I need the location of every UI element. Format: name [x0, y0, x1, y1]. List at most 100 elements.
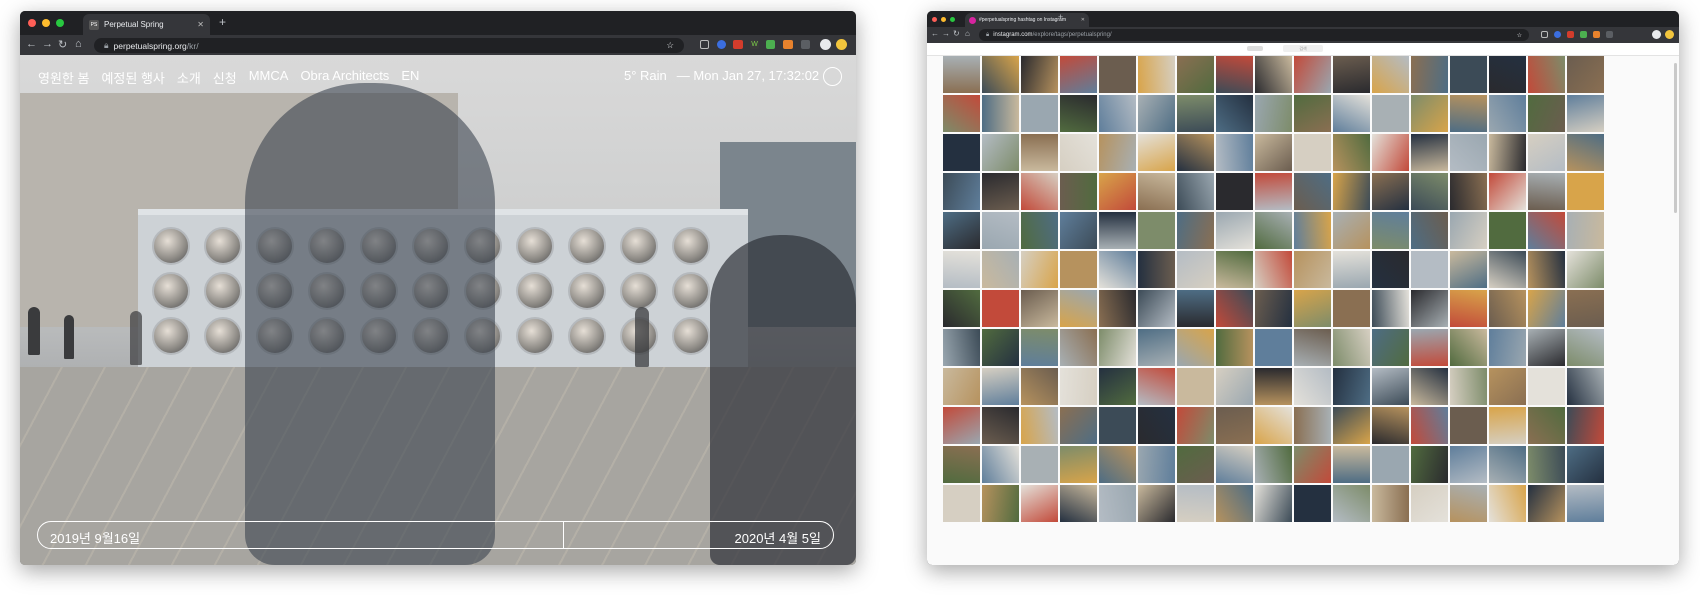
- post-thumbnail[interactable]: [1567, 368, 1604, 405]
- post-thumbnail[interactable]: [1528, 329, 1565, 366]
- post-thumbnail[interactable]: [1021, 251, 1058, 288]
- extension-blue-icon[interactable]: [717, 40, 726, 49]
- post-thumbnail[interactable]: [1411, 329, 1448, 366]
- post-thumbnail[interactable]: [1138, 56, 1175, 93]
- post-thumbnail[interactable]: [1255, 290, 1292, 327]
- post-thumbnail[interactable]: [982, 173, 1019, 210]
- post-thumbnail[interactable]: [1060, 95, 1097, 132]
- profile-avatar[interactable]: [1652, 30, 1661, 39]
- post-thumbnail[interactable]: [1528, 173, 1565, 210]
- home-icon[interactable]: ⌂: [75, 38, 82, 50]
- nav-link[interactable]: EN: [401, 68, 419, 87]
- new-tab-icon[interactable]: +: [219, 15, 226, 29]
- post-thumbnail[interactable]: [1177, 368, 1214, 405]
- post-thumbnail[interactable]: [1138, 446, 1175, 483]
- post-thumbnail[interactable]: [1099, 95, 1136, 132]
- nav-link[interactable]: 예정된 행사: [101, 68, 164, 87]
- post-thumbnail[interactable]: [1333, 329, 1370, 366]
- post-thumbnail[interactable]: [1138, 407, 1175, 444]
- post-thumbnail[interactable]: [943, 251, 980, 288]
- pocket-extension-icon[interactable]: [700, 40, 709, 49]
- post-thumbnail[interactable]: [982, 368, 1019, 405]
- post-thumbnail[interactable]: [1333, 212, 1370, 249]
- post-thumbnail[interactable]: [1099, 446, 1136, 483]
- post-thumbnail[interactable]: [1567, 95, 1604, 132]
- close-tab-icon[interactable]: ✕: [197, 20, 204, 29]
- post-thumbnail[interactable]: [1294, 134, 1331, 171]
- post-thumbnail[interactable]: [1450, 251, 1487, 288]
- post-thumbnail[interactable]: [1177, 407, 1214, 444]
- post-thumbnail[interactable]: [982, 485, 1019, 522]
- post-thumbnail[interactable]: [1372, 251, 1409, 288]
- back-icon[interactable]: ←: [26, 38, 37, 50]
- extension-gray-icon[interactable]: [801, 40, 810, 49]
- post-thumbnail[interactable]: [1060, 368, 1097, 405]
- post-thumbnail[interactable]: [1528, 212, 1565, 249]
- post-thumbnail[interactable]: [1567, 134, 1604, 171]
- post-thumbnail[interactable]: [982, 329, 1019, 366]
- post-thumbnail[interactable]: [1411, 446, 1448, 483]
- post-thumbnail[interactable]: [1372, 212, 1409, 249]
- nav-link[interactable]: 영원한 봄: [38, 68, 89, 87]
- post-thumbnail[interactable]: [1450, 446, 1487, 483]
- post-thumbnail[interactable]: [1294, 251, 1331, 288]
- scrollbar[interactable]: [1674, 63, 1677, 213]
- post-thumbnail[interactable]: [1294, 407, 1331, 444]
- pocket-extension-icon[interactable]: [1541, 31, 1548, 38]
- post-thumbnail[interactable]: [1255, 329, 1292, 366]
- post-thumbnail[interactable]: [1294, 485, 1331, 522]
- post-thumbnail[interactable]: [1450, 95, 1487, 132]
- post-thumbnail[interactable]: [1333, 56, 1370, 93]
- post-thumbnail[interactable]: [1216, 485, 1253, 522]
- post-thumbnail[interactable]: [1099, 407, 1136, 444]
- post-thumbnail[interactable]: [1411, 407, 1448, 444]
- post-thumbnail[interactable]: [1450, 134, 1487, 171]
- post-thumbnail[interactable]: [1216, 251, 1253, 288]
- post-thumbnail[interactable]: [1060, 173, 1097, 210]
- post-thumbnail[interactable]: [1450, 329, 1487, 366]
- post-thumbnail[interactable]: [1372, 134, 1409, 171]
- post-thumbnail[interactable]: [1177, 251, 1214, 288]
- reload-icon[interactable]: ↻: [58, 38, 67, 51]
- post-thumbnail[interactable]: [943, 485, 980, 522]
- post-thumbnail[interactable]: [1177, 485, 1214, 522]
- post-thumbnail[interactable]: [1021, 290, 1058, 327]
- post-thumbnail[interactable]: [1411, 251, 1448, 288]
- post-thumbnail[interactable]: [1450, 407, 1487, 444]
- post-thumbnail[interactable]: [1567, 173, 1604, 210]
- post-thumbnail[interactable]: [1021, 173, 1058, 210]
- post-thumbnail[interactable]: [1333, 446, 1370, 483]
- post-thumbnail[interactable]: [1294, 446, 1331, 483]
- post-thumbnail[interactable]: [1021, 485, 1058, 522]
- post-thumbnail[interactable]: [1450, 212, 1487, 249]
- post-thumbnail[interactable]: [1177, 134, 1214, 171]
- extension-orange-icon[interactable]: [783, 40, 793, 49]
- post-thumbnail[interactable]: [1528, 485, 1565, 522]
- post-thumbnail[interactable]: [1099, 134, 1136, 171]
- post-thumbnail[interactable]: [1216, 368, 1253, 405]
- post-thumbnail[interactable]: [1528, 95, 1565, 132]
- post-thumbnail[interactable]: [1021, 95, 1058, 132]
- post-thumbnail[interactable]: [1372, 173, 1409, 210]
- post-thumbnail[interactable]: [1489, 368, 1526, 405]
- post-thumbnail[interactable]: [1255, 251, 1292, 288]
- post-thumbnail[interactable]: [1411, 212, 1448, 249]
- address-bar[interactable]: 🔒︎ instagram.com /explore/tags/perpetual…: [979, 29, 1529, 41]
- post-thumbnail[interactable]: [1567, 251, 1604, 288]
- post-thumbnail[interactable]: [1528, 56, 1565, 93]
- post-thumbnail[interactable]: [943, 173, 980, 210]
- extension-green-icon[interactable]: [1580, 31, 1587, 38]
- nav-link[interactable]: 소개: [177, 68, 201, 87]
- post-thumbnail[interactable]: [1450, 173, 1487, 210]
- post-thumbnail[interactable]: [1060, 446, 1097, 483]
- post-thumbnail[interactable]: [1489, 173, 1526, 210]
- post-thumbnail[interactable]: [1060, 485, 1097, 522]
- post-thumbnail[interactable]: [1216, 134, 1253, 171]
- post-thumbnail[interactable]: [1567, 212, 1604, 249]
- post-thumbnail[interactable]: [1177, 329, 1214, 366]
- address-bar[interactable]: 🔒︎ perpetualspring.org /kr/ ☆: [94, 38, 684, 53]
- post-thumbnail[interactable]: [1528, 290, 1565, 327]
- nav-link[interactable]: MMCA: [249, 68, 289, 87]
- post-thumbnail[interactable]: [943, 95, 980, 132]
- post-thumbnail[interactable]: [1060, 134, 1097, 171]
